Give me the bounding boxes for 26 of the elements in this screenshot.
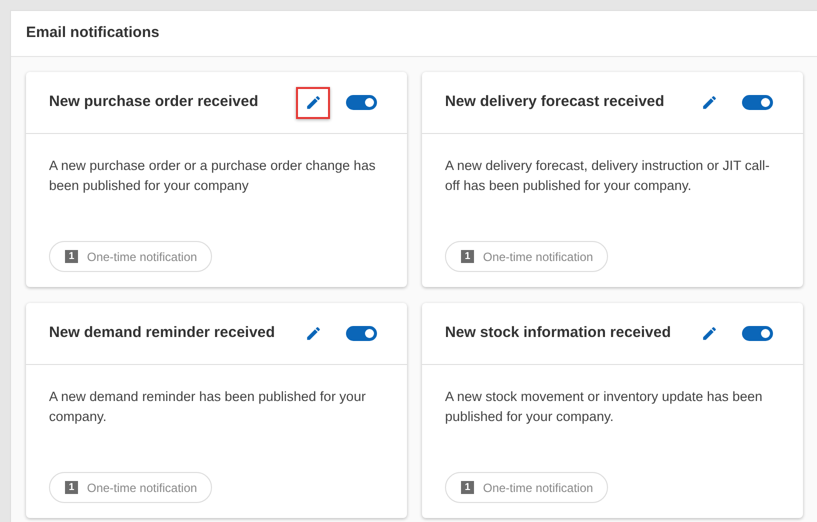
card-description: A new demand reminder has been published for your company.	[49, 388, 367, 426]
edit-button[interactable]	[296, 86, 330, 118]
chip-label: One-time notification	[87, 248, 198, 266]
card-title: New stock information received	[445, 323, 671, 344]
chip-label: One-time notification	[483, 480, 594, 496]
toggle-switch[interactable]	[346, 95, 377, 110]
pencil-icon	[304, 94, 322, 111]
card-title: New demand reminder received	[49, 323, 275, 344]
card-description: A new stock movement or inventory update has been published for your company.	[445, 388, 764, 426]
toggle-switch[interactable]	[742, 95, 773, 110]
card-description: A new delivery forecast, delivery instruction or JIT call-off has been published for your company.	[445, 157, 771, 195]
card-description: A new purchase order or a purchase order change has been published for your company	[49, 157, 376, 195]
chip-label: One-time notification	[483, 248, 594, 266]
card-title: New purchase order received	[49, 92, 258, 112]
count-badge: 1	[461, 250, 474, 263]
count-badge: 1	[65, 481, 78, 494]
pencil-icon	[700, 94, 718, 111]
card-title: New delivery forecast received	[445, 92, 664, 112]
chip-label: One-time notification	[87, 480, 198, 496]
toggle-switch[interactable]	[742, 326, 773, 341]
count-badge: 1	[461, 481, 474, 494]
pencil-icon	[304, 325, 322, 342]
toggle-switch[interactable]	[346, 326, 377, 341]
panel-title: Email notifications	[26, 23, 160, 44]
count-badge: 1	[65, 250, 78, 263]
pencil-icon	[700, 325, 718, 342]
